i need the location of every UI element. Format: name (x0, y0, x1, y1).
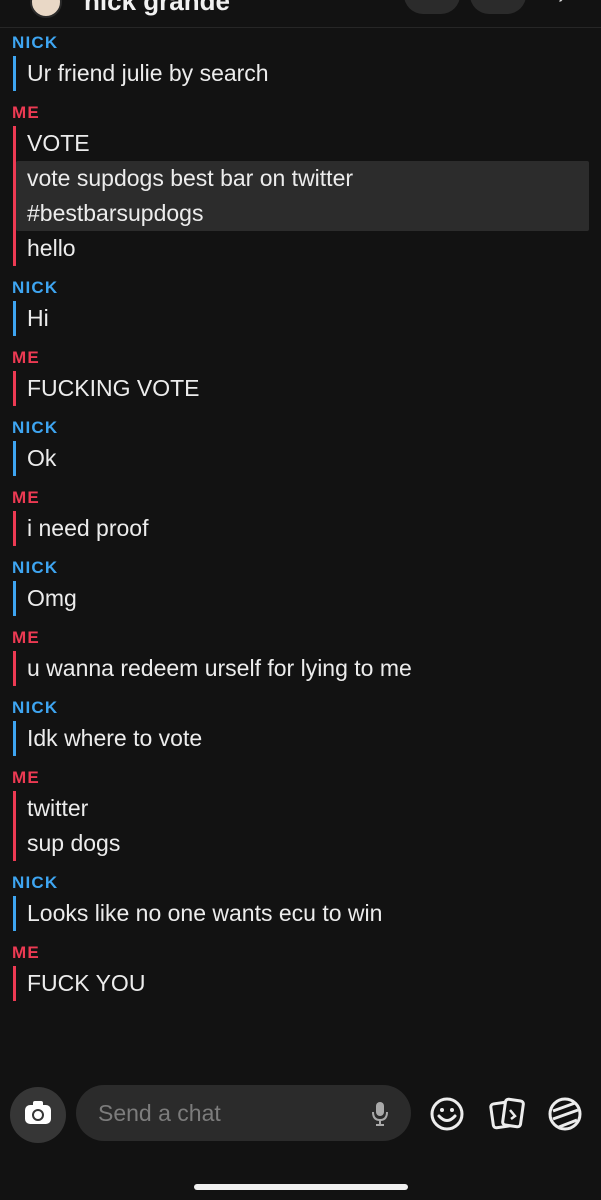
sender-label: NICK (12, 418, 59, 437)
message-text[interactable]: VOTE (16, 126, 601, 161)
message-text[interactable]: Looks like no one wants ecu to win (16, 896, 601, 931)
message-lines: u wanna redeem urself for lying to me (13, 651, 601, 686)
message-text[interactable]: Idk where to vote (16, 721, 601, 756)
cards-icon[interactable] (487, 1094, 527, 1134)
message-group-nick: NICK Ok (0, 415, 601, 476)
sender-label: NICK (12, 873, 59, 892)
message-lines: Looks like no one wants ecu to win (13, 896, 601, 931)
video-call-button[interactable] (470, 0, 526, 14)
message-text[interactable]: Ok (16, 441, 601, 476)
message-lines: Hi (13, 301, 601, 336)
message-text[interactable]: i need proof (16, 511, 601, 546)
sender-label: NICK (12, 278, 59, 297)
message-text[interactable]: Hi (16, 301, 601, 336)
composer-bar (0, 1072, 601, 1200)
message-text[interactable]: FUCK YOU (16, 966, 601, 1001)
smiley-icon[interactable] (427, 1094, 467, 1134)
message-group-me: ME VOTE vote supdogs best bar on twitter… (0, 100, 601, 266)
message-text: #bestbarsupdogs (27, 200, 204, 226)
sender-label: NICK (12, 558, 59, 577)
message-lines: Ok (13, 441, 601, 476)
sender-label: ME (12, 488, 40, 507)
message-text[interactable]: sup dogs (16, 826, 601, 861)
message-text[interactable]: u wanna redeem urself for lying to me (16, 651, 601, 686)
sender-label: ME (12, 103, 40, 122)
message-text[interactable]: FUCKING VOTE (16, 371, 601, 406)
chevron-icon[interactable]: › (558, 0, 566, 10)
chat-input-container[interactable] (76, 1085, 411, 1141)
sender-label: NICK (12, 698, 59, 717)
camera-icon (25, 1101, 51, 1124)
message-group-me: ME u wanna redeem urself for lying to me (0, 625, 601, 686)
sender-label: ME (12, 768, 40, 787)
message-text[interactable]: Ur friend julie by search (16, 56, 601, 91)
chat-title[interactable]: nick grande (84, 0, 230, 17)
message-text[interactable]: twitter (16, 791, 601, 826)
message-group-nick: NICK Looks like no one wants ecu to win (0, 870, 601, 931)
camera-button[interactable] (10, 1087, 66, 1143)
message-text[interactable]: hello (16, 231, 601, 266)
message-lines: twitter sup dogs (13, 791, 601, 861)
avatar[interactable] (30, 0, 62, 18)
microphone-icon[interactable] (370, 1101, 390, 1127)
call-button[interactable] (404, 0, 460, 14)
message-text: vote supdogs best bar on twitter (27, 165, 354, 191)
sender-label: ME (12, 348, 40, 367)
message-group-nick: NICK Idk where to vote (0, 695, 601, 756)
message-lines: FUCK YOU (13, 966, 601, 1001)
chat-header: nick grande › (0, 0, 601, 28)
message-group-me: ME FUCKING VOTE (0, 345, 601, 406)
message-group-nick: NICK Hi (0, 275, 601, 336)
sender-label: NICK (12, 33, 59, 52)
sticker-icon[interactable] (545, 1094, 585, 1134)
message-list: NICK Ur friend julie by search ME VOTE v… (0, 30, 601, 1010)
saved-message-highlight[interactable]: vote supdogs best bar on twitter #bestba… (16, 161, 589, 231)
message-lines: VOTE vote supdogs best bar on twitter #b… (13, 126, 601, 266)
message-lines: Idk where to vote (13, 721, 601, 756)
sender-label: ME (12, 943, 40, 962)
chat-input[interactable] (98, 1085, 348, 1141)
message-lines: i need proof (13, 511, 601, 546)
message-text[interactable]: Omg (16, 581, 601, 616)
sender-label: ME (12, 628, 40, 647)
message-lines: Ur friend julie by search (13, 56, 601, 91)
message-group-nick: NICK Omg (0, 555, 601, 616)
message-lines: Omg (13, 581, 601, 616)
message-group-nick: NICK Ur friend julie by search (0, 30, 601, 91)
message-group-me: ME FUCK YOU (0, 940, 601, 1001)
message-group-me: ME twitter sup dogs (0, 765, 601, 861)
message-group-me: ME i need proof (0, 485, 601, 546)
home-indicator[interactable] (194, 1184, 408, 1190)
message-lines: FUCKING VOTE (13, 371, 601, 406)
